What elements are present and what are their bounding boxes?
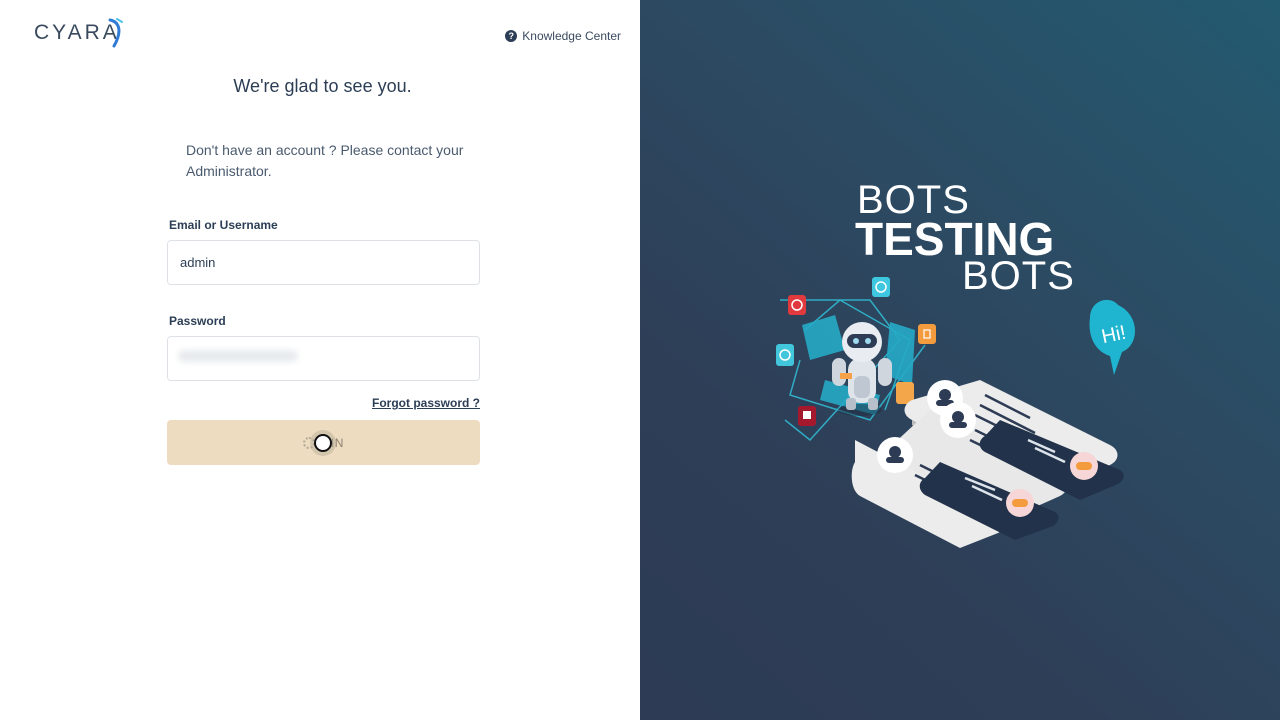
username-label: Email or Username — [169, 218, 278, 232]
swoosh-icon — [108, 18, 123, 48]
hero-panel: Hi! BOTS TESTING BOTS — [640, 0, 1280, 720]
hi-bubble-icon: Hi! — [1089, 299, 1136, 375]
login-panel: CYARA ? Knowledge Center We're glad to s… — [0, 0, 640, 720]
greeting-heading: We're glad to see you. — [233, 76, 412, 96]
knowledge-center-label: Knowledge Center — [522, 29, 621, 43]
knowledge-center-link[interactable]: ? Knowledge Center — [505, 29, 621, 43]
hero-title-line-3: BOTS — [962, 254, 1075, 298]
username-input[interactable] — [167, 240, 480, 285]
logo-text: CYARA — [34, 21, 120, 44]
question-circle-icon: ? — [505, 30, 518, 42]
mouse-cursor — [314, 434, 332, 452]
password-masked-value — [178, 350, 298, 362]
password-label: Password — [169, 314, 226, 328]
cyara-logo: CYARA — [34, 18, 123, 48]
account-note: Don't have an account ? Please contact y… — [186, 142, 464, 179]
chat-cards — [851, 380, 1124, 548]
forgot-password-link[interactable]: Forgot password ? — [372, 396, 480, 410]
bots-illustration: Hi! — [776, 277, 1136, 548]
